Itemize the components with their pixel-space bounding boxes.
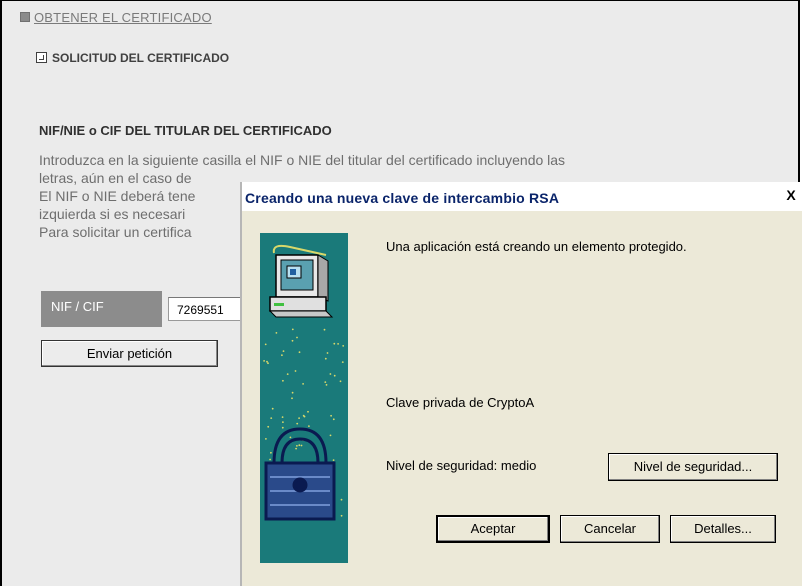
square-bullet-icon	[20, 12, 30, 22]
dialog-title: Creando una nueva clave de intercambio R…	[245, 190, 560, 206]
dialog-titlebar[interactable]: Creando una nueva clave de intercambio R…	[242, 182, 802, 211]
accept-button[interactable]: Aceptar	[436, 515, 550, 543]
send-request-button[interactable]: Enviar petición	[41, 340, 218, 367]
security-illustration	[260, 233, 348, 563]
dialog-body: Una aplicación está creando un elemento …	[242, 211, 802, 586]
key-name: Clave privada de CryptoA	[386, 395, 535, 410]
solicitud-certificado-link[interactable]: SOLICITUD DEL CERTIFICADO	[36, 51, 229, 65]
rsa-key-dialog: Creando una nueva clave de intercambio R…	[240, 182, 802, 586]
details-button[interactable]: Detalles...	[670, 515, 776, 543]
obtener-certificado-link[interactable]: OBTENER EL CERTIFICADO	[20, 10, 212, 25]
cancel-button[interactable]: Cancelar	[560, 515, 660, 543]
security-level-text: Nivel de seguridad: medio	[386, 458, 537, 473]
security-level-button[interactable]: Nivel de seguridad...	[608, 453, 778, 481]
close-icon[interactable]: X	[782, 186, 800, 204]
solicitud-certificado-label[interactable]: SOLICITUD DEL CERTIFICADO	[52, 51, 229, 65]
obtener-certificado-label[interactable]: OBTENER EL CERTIFICADO	[34, 10, 212, 25]
nif-label: NIF / CIF	[41, 291, 162, 327]
dialog-message: Una aplicación está creando un elemento …	[386, 239, 687, 254]
section-heading: NIF/NIE o CIF DEL TITULAR DEL CERTIFICAD…	[39, 123, 332, 138]
intro-line: Introduzca en la siguiente casilla el NI…	[39, 152, 566, 168]
arrow-box-icon	[36, 52, 47, 63]
